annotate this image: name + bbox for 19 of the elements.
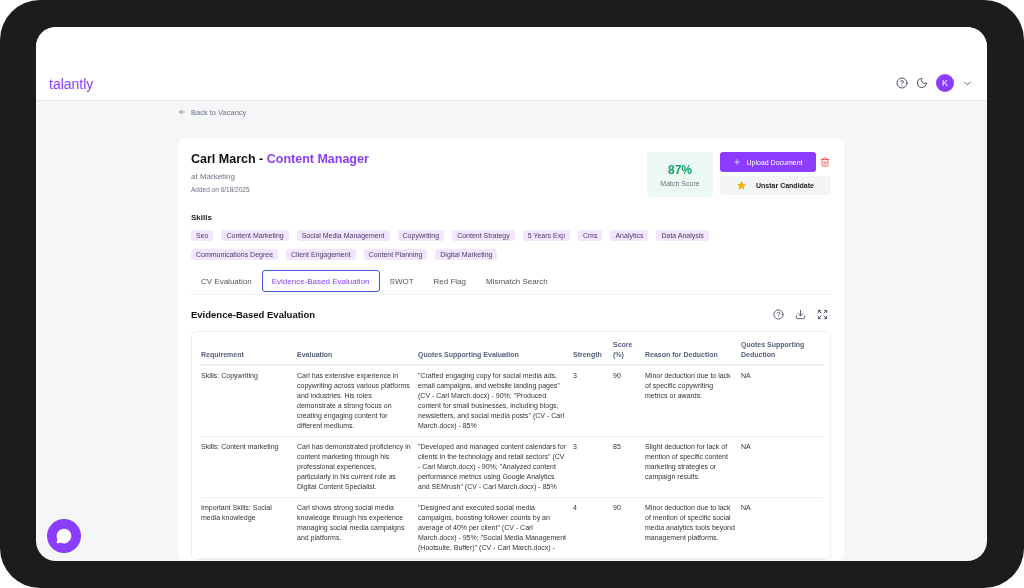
skills-label: Skills bbox=[191, 213, 213, 222]
logo: talantly bbox=[49, 76, 94, 92]
chat-button[interactable] bbox=[47, 519, 81, 553]
moon-icon[interactable] bbox=[916, 77, 928, 89]
trash-icon[interactable] bbox=[820, 157, 830, 167]
help-icon[interactable] bbox=[773, 309, 784, 320]
help-icon[interactable] bbox=[896, 77, 908, 89]
avatar[interactable]: K bbox=[936, 74, 954, 92]
match-score: 87% bbox=[668, 162, 692, 177]
plus-icon bbox=[733, 158, 742, 166]
download-icon[interactable] bbox=[795, 309, 806, 320]
arrow-left-icon bbox=[178, 108, 186, 116]
department: at Marketing bbox=[191, 172, 237, 181]
star-icon bbox=[737, 181, 746, 190]
candidate-title: Carl March - Content Manager bbox=[191, 152, 369, 166]
expand-icon[interactable] bbox=[817, 309, 828, 320]
tab[interactable]: Evidence-Based Evaluation bbox=[261, 270, 380, 292]
chat-icon bbox=[56, 528, 72, 544]
section-title: Evidence-Based Evaluation bbox=[191, 309, 316, 320]
